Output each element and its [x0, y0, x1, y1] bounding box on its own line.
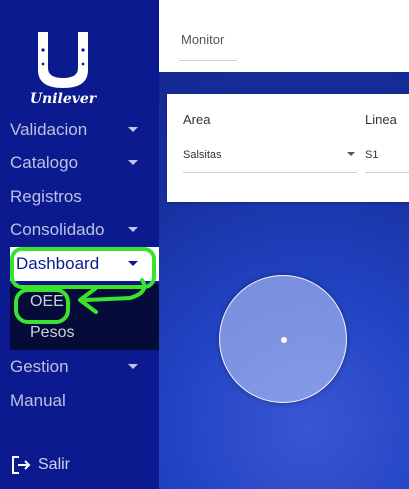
linea-select[interactable]: S1: [365, 149, 378, 161]
linea-underline: [365, 172, 409, 173]
tab-underline: [179, 60, 237, 61]
linea-label: Linea: [365, 112, 397, 127]
tab-monitor[interactable]: Monitor: [181, 32, 224, 47]
sidebar-item-manual[interactable]: Manual: [0, 384, 159, 418]
logout-icon: [12, 456, 31, 474]
sidebar-item-label: Validacion: [10, 120, 88, 139]
sidebar-item-label: Gestion: [10, 357, 69, 376]
oee-gauge: [219, 275, 347, 403]
sidebar-item-label: Consolidado: [10, 220, 105, 239]
logout-label: Salir: [38, 456, 71, 473]
sidebar-item-label: Registros: [10, 187, 82, 206]
area-dropdown-icon[interactable]: [347, 152, 355, 156]
sidebar-item-catalogo[interactable]: Catalogo: [0, 146, 159, 180]
brand-wordmark: Unilever: [30, 91, 98, 107]
annotation-arrow-icon: [78, 278, 147, 314]
sidebar-item-consolidado[interactable]: Consolidado: [0, 213, 159, 247]
submenu-item-label: Pesos: [30, 324, 75, 341]
logout-button[interactable]: Salir: [0, 448, 159, 482]
area-select[interactable]: Salsitas: [183, 149, 222, 161]
caret-down-icon: [128, 127, 138, 132]
sidebar-item-validacion[interactable]: Validacion: [0, 113, 159, 147]
sidebar-item-registros[interactable]: Registros: [0, 180, 159, 214]
top-bar: Monitor: [159, 0, 409, 73]
sidebar-item-label: Manual: [10, 391, 66, 410]
caret-down-icon: [128, 160, 138, 165]
area-label: Area: [183, 112, 211, 127]
area-underline: [183, 172, 357, 173]
main-content: Area Salsitas Linea S1: [159, 72, 409, 489]
caret-down-icon: [128, 227, 138, 232]
unilever-logo: Unilever: [30, 32, 98, 107]
sidebar-item-gestion[interactable]: Gestion: [0, 350, 159, 384]
caret-down-icon: [128, 364, 138, 369]
sidebar: Unilever Validacion Catalogo Registros C…: [0, 0, 159, 489]
filter-card: Area Salsitas Linea S1: [167, 94, 409, 202]
gauge-center-dot: [281, 337, 287, 343]
sidebar-item-label: Catalogo: [10, 153, 79, 172]
